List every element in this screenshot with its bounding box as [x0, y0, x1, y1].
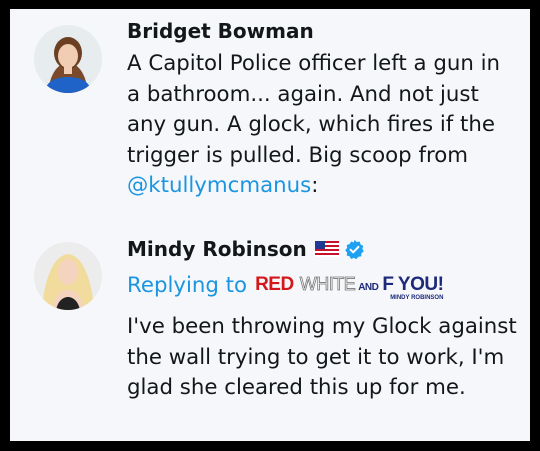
tweet-body: A Capitol Police officer left a gun in a…: [127, 51, 501, 168]
tweet-text: I've been throwing my Glock against the …: [127, 314, 517, 400]
reply-line: Replying to RED WHITE AND F YOU! MINDY R…: [127, 269, 444, 302]
mention-link[interactable]: @ktullymcmanus: [127, 173, 311, 198]
banner-f-you: F YOU!: [382, 274, 444, 295]
tweet-text: A Capitol Police officer left a gun in a…: [127, 49, 519, 202]
banner-and: AND: [358, 282, 379, 293]
author-name[interactable]: Mindy Robinson: [127, 237, 307, 261]
reply-thread-card: Bridget Bowman A Capitol Police officer …: [10, 9, 530, 441]
banner-white: WHITE: [299, 274, 356, 295]
replying-to-handle-banner[interactable]: RED WHITE AND F YOU! MINDY ROBINSON: [255, 274, 444, 301]
avatar[interactable]: [34, 242, 102, 310]
author-name[interactable]: Bridget Bowman: [127, 19, 314, 43]
tweet-text-end: :: [311, 173, 319, 198]
us-flag-icon: [314, 241, 339, 257]
replying-to-label: Replying to: [127, 272, 248, 298]
verified-badge-icon: [344, 239, 364, 259]
banner-subtitle: MINDY ROBINSON: [390, 295, 444, 301]
banner-red: RED: [255, 274, 294, 295]
author-row: Mindy Robinson: [127, 237, 365, 261]
avatar[interactable]: [34, 25, 102, 93]
